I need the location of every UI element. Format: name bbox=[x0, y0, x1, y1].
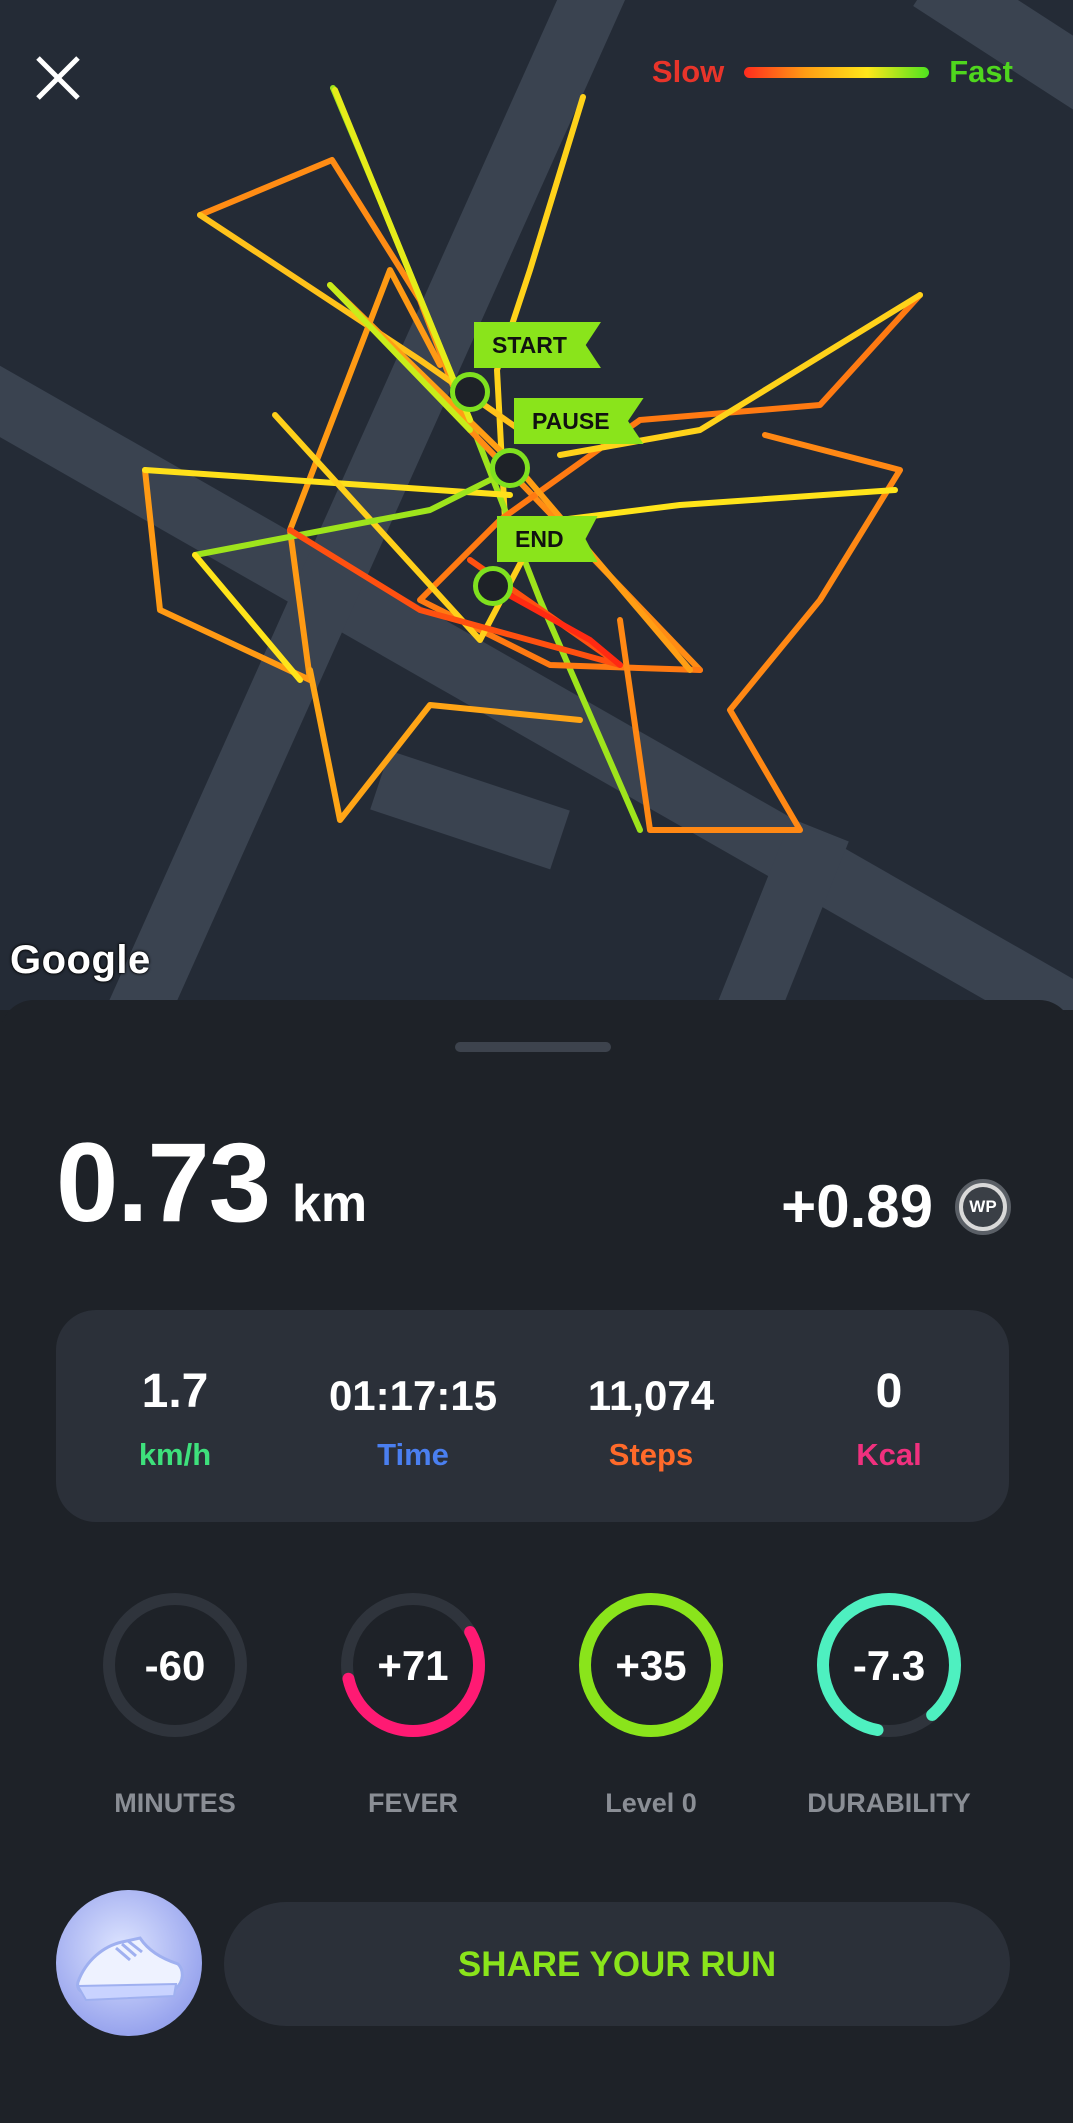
route-path bbox=[142, 85, 923, 833]
distance-readout: 0.73 km bbox=[56, 1118, 367, 1247]
stat-steps: 11,074 Steps bbox=[532, 1310, 770, 1522]
stat-label: km/h bbox=[138, 1437, 212, 1472]
stat-value: 1.7 bbox=[141, 1365, 209, 1418]
legend-slow-label: Slow bbox=[651, 54, 725, 89]
speed-gradient-bar bbox=[744, 66, 930, 78]
pause-flag-label: PAUSE bbox=[514, 398, 644, 444]
ring-value: +71 bbox=[377, 1642, 449, 1689]
ring-minutes: -60 MINUTES bbox=[56, 1590, 294, 1819]
end-flag-label: END bbox=[497, 516, 598, 562]
stat-label: Kcal bbox=[856, 1437, 922, 1472]
wp-badge-text: WP bbox=[963, 1186, 1003, 1227]
ring-label: FEVER bbox=[367, 1788, 459, 1818]
google-attribution: Google bbox=[10, 938, 151, 982]
close-icon[interactable] bbox=[30, 50, 86, 106]
distance-value: 0.73 bbox=[56, 1120, 271, 1245]
stats-card: 1.7 km/h 01:17:15 Time 11,074 Steps 0 Kc… bbox=[56, 1310, 1009, 1522]
sneaker-icon bbox=[76, 1936, 184, 2002]
ring-label: DURABILITY bbox=[807, 1788, 971, 1818]
ring-value: -60 bbox=[144, 1642, 206, 1689]
ring-value: -7.3 bbox=[852, 1642, 926, 1689]
stat-speed: 1.7 km/h bbox=[56, 1310, 294, 1522]
stat-value: 11,074 bbox=[587, 1372, 715, 1419]
run-summary-sheet[interactable]: 0.73 km +0.89 WP 1.7 km/h 01:17:15 Time … bbox=[0, 1000, 1073, 2123]
route-map[interactable]: Slow Fast START PAUSE END Google bbox=[0, 0, 1073, 1010]
wp-earned: +0.89 WP bbox=[781, 1172, 1011, 1241]
end-pin-icon bbox=[473, 566, 513, 606]
ring-level: +35 Level 0 bbox=[532, 1590, 770, 1819]
attribute-rings: -60 MINUTES +71 FEVER +35 Level 0 -7.3 D… bbox=[0, 1590, 1073, 1850]
stat-time: 01:17:15 Time bbox=[294, 1310, 532, 1522]
wp-coin-icon: WP bbox=[955, 1178, 1011, 1235]
start-pin-icon bbox=[450, 372, 490, 412]
legend-fast-label: Fast bbox=[949, 54, 1013, 89]
sneaker-avatar[interactable] bbox=[56, 1890, 202, 2036]
speed-legend: Slow Fast bbox=[652, 52, 1013, 92]
wp-gain-value: +0.89 bbox=[781, 1173, 933, 1240]
ring-label: MINUTES bbox=[114, 1788, 236, 1818]
stat-label: Steps bbox=[608, 1437, 694, 1472]
distance-unit: km bbox=[291, 1175, 368, 1233]
ring-label: Level 0 bbox=[605, 1788, 697, 1818]
ring-durability: -7.3 DURABILITY bbox=[770, 1590, 1008, 1819]
stat-value: 0 bbox=[875, 1365, 903, 1418]
ring-fever: +71 FEVER bbox=[294, 1590, 532, 1819]
start-flag-label: START bbox=[474, 322, 601, 368]
share-run-button[interactable]: SHARE YOUR RUN bbox=[224, 1902, 1010, 2026]
pause-pin-icon bbox=[490, 448, 530, 488]
stat-value: 01:17:15 bbox=[328, 1372, 498, 1419]
stat-kcal: 0 Kcal bbox=[770, 1310, 1008, 1522]
sheet-drag-handle[interactable] bbox=[455, 1042, 611, 1052]
ring-value: +35 bbox=[615, 1642, 687, 1689]
stat-label: Time bbox=[377, 1437, 449, 1472]
